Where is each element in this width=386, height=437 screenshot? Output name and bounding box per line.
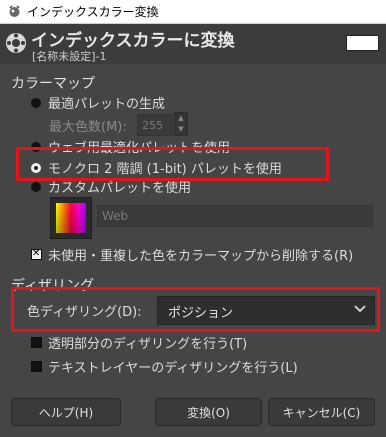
radio-indicator[interactable]	[31, 97, 41, 108]
convert-button[interactable]: 変換(O)	[155, 398, 262, 426]
dither-transparency-checkbox[interactable]	[31, 337, 42, 348]
gimp-icon	[9, 5, 20, 17]
radio-indicator-checked[interactable]	[31, 162, 41, 173]
colormap-section-label: カラーマップ	[11, 76, 95, 92]
color-dither-select[interactable]: ポジション	[157, 296, 375, 325]
dialog-header: インデックスカラーに変換 [名称未設定]-1	[0, 24, 386, 64]
image-name: [名称未設定]-1	[32, 50, 107, 63]
max-colors-label: 最大色数(M):	[49, 120, 127, 135]
radio-mono-palette[interactable]: モノクロ 2 階調 (1-bit) パレットを使用	[31, 158, 282, 177]
stepper-up-icon[interactable]: ▲	[175, 113, 187, 124]
max-colors-input[interactable]: 255	[137, 114, 173, 136]
remove-unused-checkbox[interactable]	[31, 248, 42, 260]
color-dither-value: ポジション	[168, 306, 234, 321]
palette-select-button[interactable]	[50, 197, 92, 239]
dither-transparency-label: 透明部分のディザリングを行う(T)	[48, 337, 248, 352]
radio-indicator[interactable]	[31, 181, 41, 192]
stepper-down-icon[interactable]: ▼	[175, 124, 187, 135]
remove-unused-checkbox-row[interactable]: 未使用・重複した色をカラーマップから削除する(R)	[31, 245, 353, 264]
chevron-down-icon[interactable]	[354, 305, 366, 313]
max-colors-row: 最大色数(M):	[49, 116, 127, 135]
radio-optimal-palette[interactable]: 最適パレットの生成	[31, 93, 165, 112]
palette-preview	[56, 203, 86, 233]
radio-custom-label: カスタムパレットを使用	[48, 181, 192, 196]
radio-custom-palette[interactable]: カスタムパレットを使用	[31, 177, 191, 196]
dither-transparency-row[interactable]: 透明部分のディザリングを行う(T)	[31, 333, 247, 352]
max-colors-stepper[interactable]: ▲ ▼	[174, 112, 188, 136]
dither-text-layers-label: テキストレイヤーのディザリングを行う(L)	[48, 361, 298, 376]
remove-unused-label: 未使用・重複した色をカラーマップから削除する(R)	[48, 249, 354, 264]
color-dither-label: 色ディザリング(D):	[27, 305, 142, 320]
window-title: インデックスカラー変換	[27, 5, 159, 19]
radio-mono-label: モノクロ 2 階調 (1-bit) パレットを使用	[48, 162, 282, 177]
radio-web-palette[interactable]: ウェブ用最適化パレットを使用	[31, 137, 230, 156]
palette-name-field[interactable]: Web	[97, 205, 373, 227]
radio-optimal-label: 最適パレットの生成	[48, 97, 166, 112]
radio-web-label: ウェブ用最適化パレットを使用	[48, 141, 231, 156]
radio-indicator[interactable]	[31, 141, 41, 152]
cancel-button[interactable]: キャンセル(C)	[268, 398, 375, 426]
convert-indexed-icon	[6, 33, 26, 53]
dither-text-layers-row[interactable]: テキストレイヤーのディザリングを行う(L)	[31, 357, 298, 376]
dither-text-layers-checkbox[interactable]	[31, 361, 42, 372]
window-titlebar: インデックスカラー変換	[0, 0, 386, 24]
help-button[interactable]: ヘルプ(H)	[11, 398, 121, 426]
dithering-section-label: ディザリング	[11, 278, 95, 294]
color-dither-row: 色ディザリング(D):	[27, 301, 142, 320]
image-preview	[346, 35, 379, 51]
